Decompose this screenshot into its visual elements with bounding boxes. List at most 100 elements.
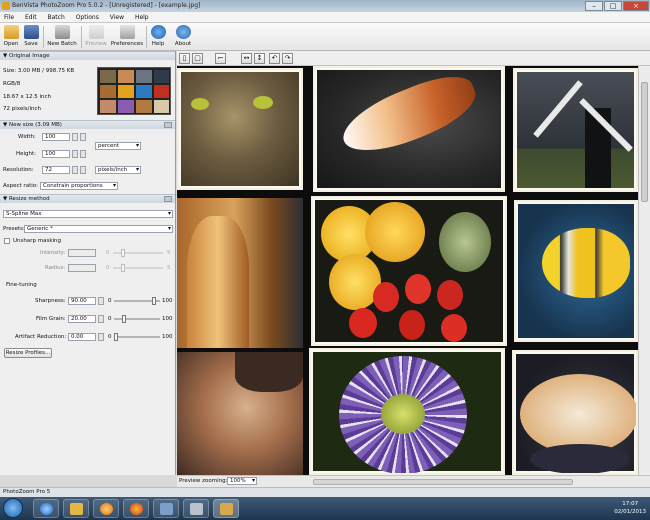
resize-profiles-button[interactable]: Resize Profiles... [4,348,52,358]
menu-options[interactable]: Options [72,12,104,21]
taskbar: 17:07 02/01/2013 [0,497,650,520]
save-button[interactable]: Save [22,24,40,50]
artifact-reduction-max: 100 [162,334,173,340]
original-size-text: Size: 3.00 MB / 998.75 KB [3,68,75,74]
artifact-reduction-min: 0 [108,334,112,340]
artifact-reduction-input[interactable]: 0.00 [68,333,96,341]
resize-method-header[interactable]: ▼ Resize method [0,194,175,203]
status-bar: PhotoZoom Pro 5 [0,487,650,497]
sharpness-spin-button[interactable] [98,297,104,305]
artifact-reduction-slider[interactable] [114,333,160,341]
start-button[interactable] [3,498,23,518]
height-spin-button[interactable] [72,150,78,158]
new-size-header[interactable]: ▼ New size (3.09 MB) [0,120,175,129]
resolution-input[interactable]: 72 [42,166,70,174]
menu-file[interactable]: File [0,12,19,21]
sharpness-label: Sharpness: [35,298,66,304]
resolution-spin-button[interactable] [72,166,78,174]
open-button[interactable]: Open [2,24,20,50]
view-toolbar: ▯ ▢ ⌐ ↔ ↕ ↶ ↷ [177,51,650,66]
width-label: Width: [18,134,36,140]
about-button[interactable]: About [173,24,193,50]
crop-icon[interactable]: ⌐ [215,53,226,64]
window-title: BenVista PhotoZoom Pro 5.0.2 - [Unregist… [12,2,201,9]
fit-width-icon[interactable]: ↔ [241,53,252,64]
system-clock[interactable]: 17:07 02/01/2013 [614,500,646,516]
original-image-thumbnail[interactable] [97,67,171,115]
folder-icon [3,25,19,39]
rotate-right-icon[interactable]: ↷ [282,53,293,64]
sharpness-input[interactable]: 90.00 [68,297,96,305]
aspect-ratio-select[interactable]: Constrain proportions [40,182,118,190]
tools-icon [119,25,135,39]
resize-method-select[interactable]: S-Spline Max [3,210,173,218]
folder-icon [69,503,83,515]
sharpness-max: 100 [162,298,173,304]
close-button[interactable]: × [623,1,649,11]
resolution-link-button[interactable] [80,166,86,174]
rotate-left-icon[interactable]: ↶ [269,53,280,64]
width-spin-button[interactable] [72,133,78,141]
radius-slider[interactable] [113,264,163,272]
radius-input[interactable] [68,264,96,272]
taskbar-ie[interactable] [33,499,59,518]
fruit-photo [311,196,507,346]
intensity-slider[interactable] [113,249,163,257]
menu-batch[interactable]: Batch [44,12,70,21]
sharpness-slider[interactable] [114,297,160,305]
height-label: Height: [16,151,37,157]
height-link-button[interactable] [80,150,86,158]
original-image-header[interactable]: ▼ Original Image [0,51,175,60]
menu-view[interactable]: View [106,12,129,21]
taskbar-explorer[interactable] [63,499,89,518]
artifact-reduction-label: Artifact Reduction: [15,334,67,340]
width-input[interactable]: 100 [42,133,70,141]
artifact-reduction-spin-button[interactable] [98,333,104,341]
horizontal-scrollbar[interactable] [313,479,573,485]
film-grain-input[interactable]: 20.00 [68,315,96,323]
film-grain-spin-button[interactable] [98,315,104,323]
scrollbar-thumb[interactable] [641,82,648,202]
collapse-icon[interactable] [164,122,172,128]
new-batch-button[interactable]: New Batch [46,24,78,50]
title-bar: BenVista PhotoZoom Pro 5.0.2 - [Unregist… [0,0,650,12]
menu-help[interactable]: Help [131,12,154,21]
aspect-ratio-label: Aspect ratio: [3,183,38,189]
windmill-photo [513,68,638,192]
width-link-button[interactable] [80,133,86,141]
preferences-button[interactable]: Preferences [110,24,144,50]
collapse-icon[interactable] [164,196,172,202]
taskbar-app[interactable] [153,499,179,518]
toolbar-separator [146,26,147,48]
taskbar-app[interactable] [183,499,209,518]
menu-edit[interactable]: Edit [21,12,42,21]
preview-button[interactable]: Preview [84,24,108,50]
clock-date: 02/01/2013 [614,509,646,515]
minimize-button[interactable]: – [585,1,603,11]
preview-scrollbar[interactable] [638,66,650,475]
preview-zooming-label: Preview zooming: [179,478,228,484]
help-button[interactable]: Help [149,24,167,50]
app-icon [2,2,10,10]
split-view-icon[interactable]: ▯ [179,53,190,64]
maximize-button[interactable]: □ [604,1,622,11]
image-preview[interactable] [177,66,638,475]
intensity-min: 0 [106,250,110,256]
height-input[interactable]: 100 [42,150,70,158]
single-view-icon[interactable]: ▢ [192,53,203,64]
zoom-select[interactable]: 100% [227,477,257,485]
presets-select[interactable]: Generic * [24,225,173,233]
taskbar-firefox[interactable] [123,499,149,518]
intensity-input[interactable] [68,249,96,257]
taskbar-photozoom[interactable] [213,499,239,518]
radius-label: Radius: [45,265,66,271]
unsharp-masking-label: Unsharp masking [13,238,62,244]
taskbar-media-player[interactable] [93,499,119,518]
fit-height-icon[interactable]: ↕ [254,53,265,64]
size-unit-select[interactable]: percent [95,142,141,150]
resolution-unit-select[interactable]: pixels/inch [95,166,141,174]
film-grain-slider[interactable] [114,315,160,323]
presets-label: Presets: [3,226,25,232]
film-grain-min: 0 [108,316,112,322]
unsharp-masking-checkbox[interactable] [4,238,10,244]
